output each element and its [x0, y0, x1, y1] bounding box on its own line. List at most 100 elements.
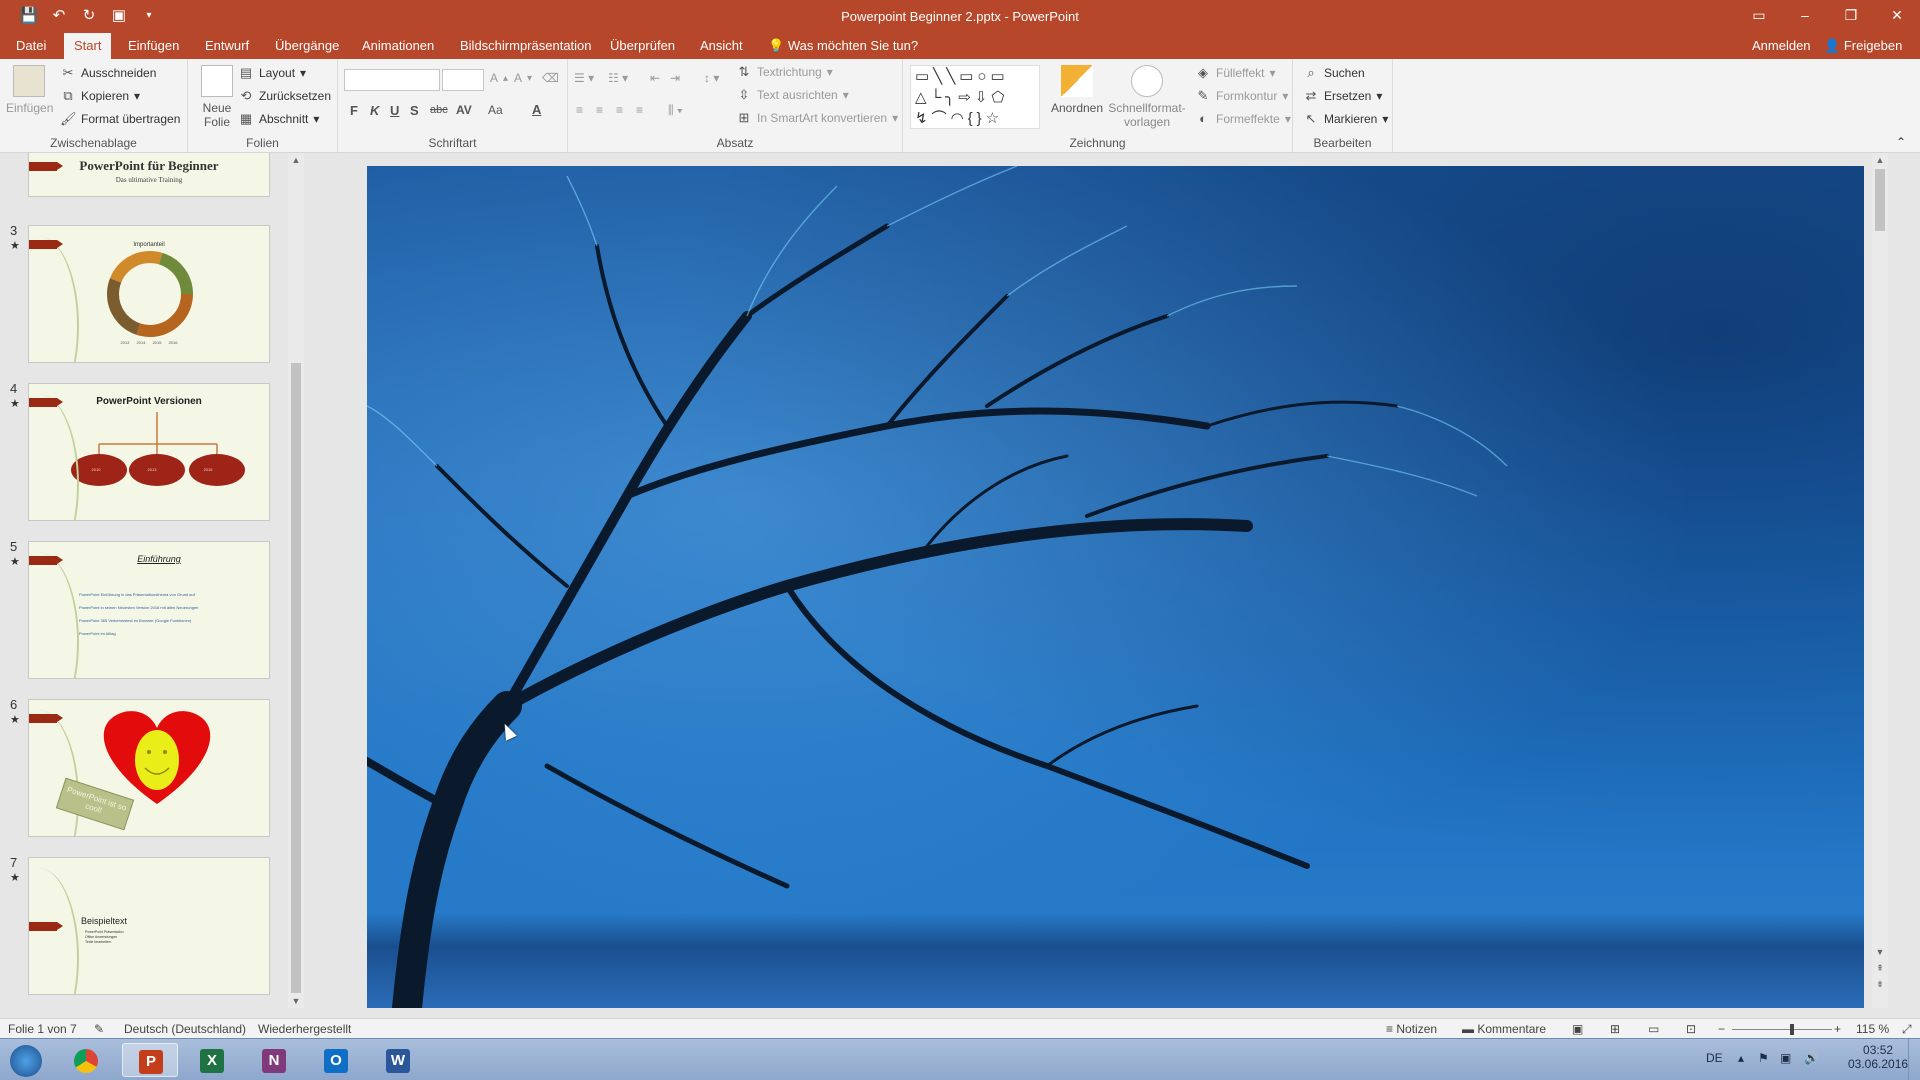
new-slide-button[interactable]: Neue Folie [194, 65, 240, 129]
zoom-out-icon[interactable]: − [1718, 1022, 1725, 1036]
tab-ansicht[interactable]: Ansicht [690, 33, 753, 59]
reading-view-icon[interactable]: ▭ [1648, 1022, 1659, 1036]
network-icon[interactable]: ▣ [1780, 1051, 1791, 1065]
language-indicator[interactable]: Deutsch (Deutschland) [124, 1022, 246, 1036]
slide-thumbnail[interactable]: Einführung PowerPoint Einführung in das … [28, 541, 270, 679]
font-family-select[interactable] [344, 69, 440, 91]
copy-button[interactable]: ⧉ Kopieren ▾ [60, 88, 140, 104]
replace-button[interactable]: ⇄ Ersetzen ▾ [1303, 88, 1383, 104]
select-button[interactable]: ↖ Markieren ▾ [1303, 111, 1389, 127]
next-slide-icon[interactable]: ⇟ [1872, 979, 1888, 990]
zoom-in-icon[interactable]: + [1834, 1022, 1841, 1036]
scroll-down-icon[interactable]: ▼ [288, 996, 304, 1006]
taskbar-chrome[interactable] [58, 1043, 114, 1077]
normal-view-icon[interactable]: ▣ [1572, 1022, 1583, 1036]
taskbar-onenote[interactable]: N [246, 1043, 302, 1077]
columns-icon[interactable]: ⫼ ▾ [668, 103, 683, 118]
change-case-button[interactable]: Aa [488, 103, 503, 117]
zoom-slider-thumb[interactable] [1789, 1024, 1794, 1035]
scroll-up-icon[interactable]: ▲ [1872, 155, 1888, 165]
find-button[interactable]: ⌕ Suchen [1303, 65, 1364, 81]
tab-bildschirmpraesentation[interactable]: Bildschirmpräsentation [450, 33, 602, 59]
align-right-icon[interactable]: ≡ [616, 103, 623, 117]
tab-entwurf[interactable]: Entwurf [195, 33, 259, 59]
align-left-icon[interactable]: ≡ [576, 103, 583, 117]
slide-thumbnail[interactable]: PowerPoint ist so cool! [28, 699, 270, 837]
shrink-font-icon[interactable]: A ▾ [514, 71, 532, 85]
scroll-up-icon[interactable]: ▲ [288, 155, 304, 165]
volume-icon[interactable]: 🔊 [1804, 1051, 1819, 1065]
shadow-button[interactable]: S [410, 103, 419, 118]
scrollbar-thumb[interactable] [291, 363, 301, 993]
underline-button[interactable]: U [390, 103, 399, 118]
tab-einfuegen[interactable]: Einfügen [118, 33, 189, 59]
zoom-slider[interactable] [1732, 1024, 1832, 1035]
layout-button[interactable]: ▤ Layout ▾ [238, 65, 306, 81]
taskbar-excel[interactable]: X [184, 1043, 240, 1077]
grow-font-icon[interactable]: A ▴ [490, 71, 508, 85]
strikethrough-button[interactable]: abc [430, 104, 448, 116]
scroll-down-icon[interactable]: ▼ [1872, 947, 1888, 957]
signin-link[interactable]: Anmelden [1752, 33, 1811, 59]
shapes-gallery[interactable]: ▭╲╲▭○▭ △└╮⇨⇩⬠ ↯⌒◠{}☆ [910, 65, 1040, 129]
slide-thumbnail[interactable]: Importanteil 2013 2014 2015 2016 [28, 225, 270, 363]
restore-icon[interactable]: ❐ [1828, 0, 1874, 33]
editor-scrollbar[interactable]: ▲ ▼ ⇞ ⇟ [1872, 153, 1888, 1008]
slideshow-icon[interactable]: ⊡ [1686, 1022, 1696, 1036]
format-painter-button[interactable]: 🖌 Format übertragen [60, 111, 180, 127]
taskbar-outlook[interactable]: O [308, 1043, 364, 1077]
align-center-icon[interactable]: ≡ [596, 103, 603, 117]
reset-button[interactable]: ⟲ Zurücksetzen [238, 88, 331, 104]
arrange-button[interactable]: Anordnen [1049, 65, 1105, 115]
input-language[interactable]: DE [1706, 1051, 1723, 1065]
previous-slide-icon[interactable]: ⇞ [1872, 963, 1888, 974]
text-direction-button[interactable]: ⇅ Textrichtung ▾ [736, 64, 833, 80]
quick-styles-button[interactable]: Schnellformat- vorlagen [1107, 65, 1187, 129]
clear-format-icon[interactable]: ⌫ [542, 71, 559, 85]
indent-increase-icon[interactable]: ⇥ [670, 71, 680, 85]
zoom-level[interactable]: 115 % [1856, 1022, 1889, 1036]
tab-animationen[interactable]: Animationen [352, 33, 444, 59]
slide-thumbnail[interactable]: PowerPoint für Beginner Das ultimative T… [28, 153, 270, 197]
italic-button[interactable]: K [370, 103, 379, 118]
paste-button[interactable]: Einfügen [6, 65, 53, 115]
char-spacing-button[interactable]: AV [456, 103, 472, 117]
close-icon[interactable]: ✕ [1874, 0, 1920, 33]
cut-button[interactable]: ✂ Ausschneiden [60, 65, 157, 81]
fit-slide-icon[interactable]: ⤢ [1902, 1022, 1912, 1037]
font-size-select[interactable] [442, 69, 484, 91]
taskbar-powerpoint[interactable]: P [122, 1043, 178, 1077]
show-desktop-button[interactable] [1908, 1039, 1920, 1080]
slide-thumbnail[interactable]: PowerPoint Versionen 2010 2013 2016 [28, 383, 270, 521]
comments-button[interactable]: ▬ Kommentare [1462, 1022, 1546, 1036]
start-button[interactable] [0, 1043, 52, 1077]
taskbar-word[interactable]: W [370, 1043, 426, 1077]
tab-start[interactable]: Start [64, 33, 112, 59]
shape-outline-button[interactable]: ✎ Formkontur ▾ [1195, 88, 1289, 104]
spellcheck-icon[interactable]: ✎ [94, 1022, 104, 1036]
collapse-ribbon-icon[interactable]: ⌃ [1896, 135, 1906, 149]
tray-expand-icon[interactable]: ▴ [1738, 1051, 1744, 1065]
tab-uebergaenge[interactable]: Übergänge [265, 33, 349, 59]
clock[interactable]: 03:52 03.06.2016 [1848, 1043, 1908, 1071]
bold-button[interactable]: F [350, 103, 358, 118]
notes-button[interactable]: ≡ Notizen [1386, 1022, 1437, 1036]
shape-fill-button[interactable]: ◈ Fülleffekt ▾ [1195, 65, 1276, 81]
numbering-icon[interactable]: ☷ ▾ [608, 71, 628, 85]
minimize-icon[interactable]: – [1782, 0, 1828, 33]
indent-decrease-icon[interactable]: ⇤ [650, 71, 660, 85]
line-spacing-icon[interactable]: ↕ ▾ [704, 71, 719, 85]
smartart-button[interactable]: ⊞ In SmartArt konvertieren ▾ [736, 110, 899, 126]
current-slide[interactable] [367, 166, 1864, 1008]
scrollbar-thumb[interactable] [1875, 169, 1885, 231]
tab-ueberpruefen[interactable]: Überprüfen [600, 33, 685, 59]
share-button[interactable]: 👤 Freigeben [1824, 33, 1902, 59]
tell-me-box[interactable]: 💡 Was möchten Sie tun? [768, 33, 918, 59]
bullets-icon[interactable]: ☰ ▾ [574, 71, 594, 85]
action-center-icon[interactable]: ⚑ [1758, 1051, 1769, 1065]
slide-sorter-icon[interactable]: ⊞ [1610, 1022, 1620, 1036]
font-color-button[interactable]: A [532, 102, 541, 117]
tab-datei[interactable]: Datei [6, 33, 56, 59]
thumbnails-scrollbar[interactable]: ▲ ▼ [288, 153, 304, 1008]
ribbon-display-icon[interactable]: ▭ [1736, 0, 1782, 33]
